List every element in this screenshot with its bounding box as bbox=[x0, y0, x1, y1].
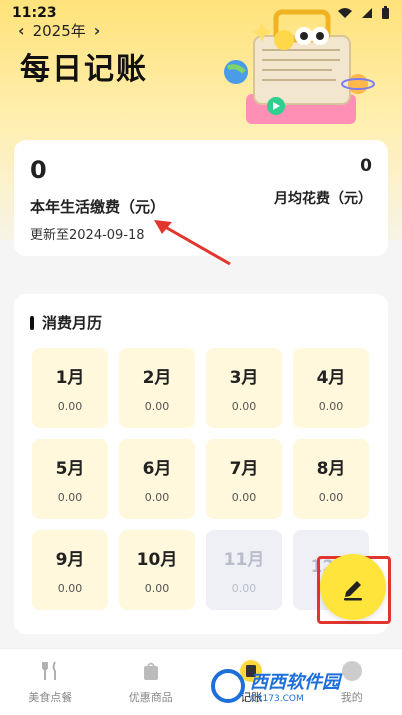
site-watermark: 西西软件园 CR173.COM bbox=[210, 664, 392, 708]
pencil-icon bbox=[344, 581, 362, 601]
calendar-title: 消费月历 bbox=[42, 314, 103, 332]
month-label: 5月 bbox=[55, 459, 85, 479]
watermark-text: 西西软件园 bbox=[250, 672, 340, 693]
month-amount: 0.00 bbox=[144, 400, 170, 413]
month-cell-10[interactable]: 10月 0.00 bbox=[119, 530, 195, 610]
month-cell-1[interactable]: 1月 0.00 bbox=[32, 348, 108, 428]
month-cell-9[interactable]: 9月 0.00 bbox=[32, 530, 108, 610]
month-label: 2月 bbox=[142, 368, 172, 388]
add-record-button[interactable] bbox=[320, 554, 386, 620]
month-label: 6月 bbox=[142, 459, 172, 479]
month-cell-4[interactable]: 4月 0.00 bbox=[293, 348, 369, 428]
watermark-subtext: CR173.COM bbox=[250, 694, 304, 704]
annual-total-value: 0 bbox=[30, 156, 47, 184]
year-selector: ‹ 2025年 › bbox=[18, 20, 100, 41]
month-label: 1月 bbox=[55, 368, 85, 388]
month-amount: 0.00 bbox=[231, 400, 257, 413]
annual-total-label: 本年生活缴费（元） bbox=[30, 198, 166, 216]
month-cell-5[interactable]: 5月 0.00 bbox=[32, 439, 108, 519]
year-label: 2025年 bbox=[32, 22, 86, 40]
monthly-average-label: 月均花费（元） bbox=[274, 191, 372, 207]
month-label: 7月 bbox=[229, 459, 259, 479]
section-marker bbox=[30, 315, 34, 330]
month-label: 10月 bbox=[136, 550, 178, 570]
month-amount: 0.00 bbox=[57, 400, 83, 413]
month-amount: 0.00 bbox=[57, 491, 83, 504]
tab-food-order[interactable]: 美食点餐 bbox=[0, 649, 101, 715]
tab-label: 优惠商品 bbox=[128, 691, 173, 704]
month-label: 4月 bbox=[316, 368, 346, 388]
month-cell-6[interactable]: 6月 0.00 bbox=[119, 439, 195, 519]
calendar-header: 消费月历 bbox=[30, 312, 102, 333]
month-amount: 0.00 bbox=[144, 491, 170, 504]
month-cell-11[interactable]: 11月 0.00 bbox=[206, 530, 282, 610]
watermark-logo-icon bbox=[211, 669, 245, 703]
status-time: 11:23 bbox=[12, 5, 57, 21]
month-label: 3月 bbox=[229, 368, 259, 388]
fork-knife-icon bbox=[38, 659, 62, 683]
updated-date: 更新至2024-09-18 bbox=[30, 228, 145, 243]
ledger-illustration bbox=[224, 9, 375, 124]
month-cell-3[interactable]: 3月 0.00 bbox=[206, 348, 282, 428]
month-label: 11月 bbox=[223, 550, 265, 570]
month-cell-7[interactable]: 7月 0.00 bbox=[206, 439, 282, 519]
month-label: 9月 bbox=[55, 550, 85, 570]
month-amount: 0.00 bbox=[318, 491, 344, 504]
annotation-arrow bbox=[154, 220, 231, 266]
month-label: 8月 bbox=[316, 459, 346, 479]
tab-deals[interactable]: 优惠商品 bbox=[101, 649, 202, 715]
tab-label: 美食点餐 bbox=[28, 691, 73, 704]
month-amount: 0.00 bbox=[144, 582, 170, 595]
previous-year-button[interactable]: ‹ bbox=[18, 21, 25, 40]
battery-icon bbox=[382, 6, 389, 19]
month-amount: 0.00 bbox=[57, 582, 83, 595]
next-year-button[interactable]: › bbox=[94, 21, 101, 40]
page-title: 每日记账 bbox=[20, 52, 148, 87]
month-amount: 0.00 bbox=[231, 491, 257, 504]
shopping-bag-icon bbox=[139, 659, 163, 683]
month-cell-2[interactable]: 2月 0.00 bbox=[119, 348, 195, 428]
month-amount: 0.00 bbox=[318, 400, 344, 413]
monthly-average-value: 0 bbox=[360, 156, 372, 176]
month-amount: 0.00 bbox=[231, 582, 257, 595]
month-cell-8[interactable]: 8月 0.00 bbox=[293, 439, 369, 519]
